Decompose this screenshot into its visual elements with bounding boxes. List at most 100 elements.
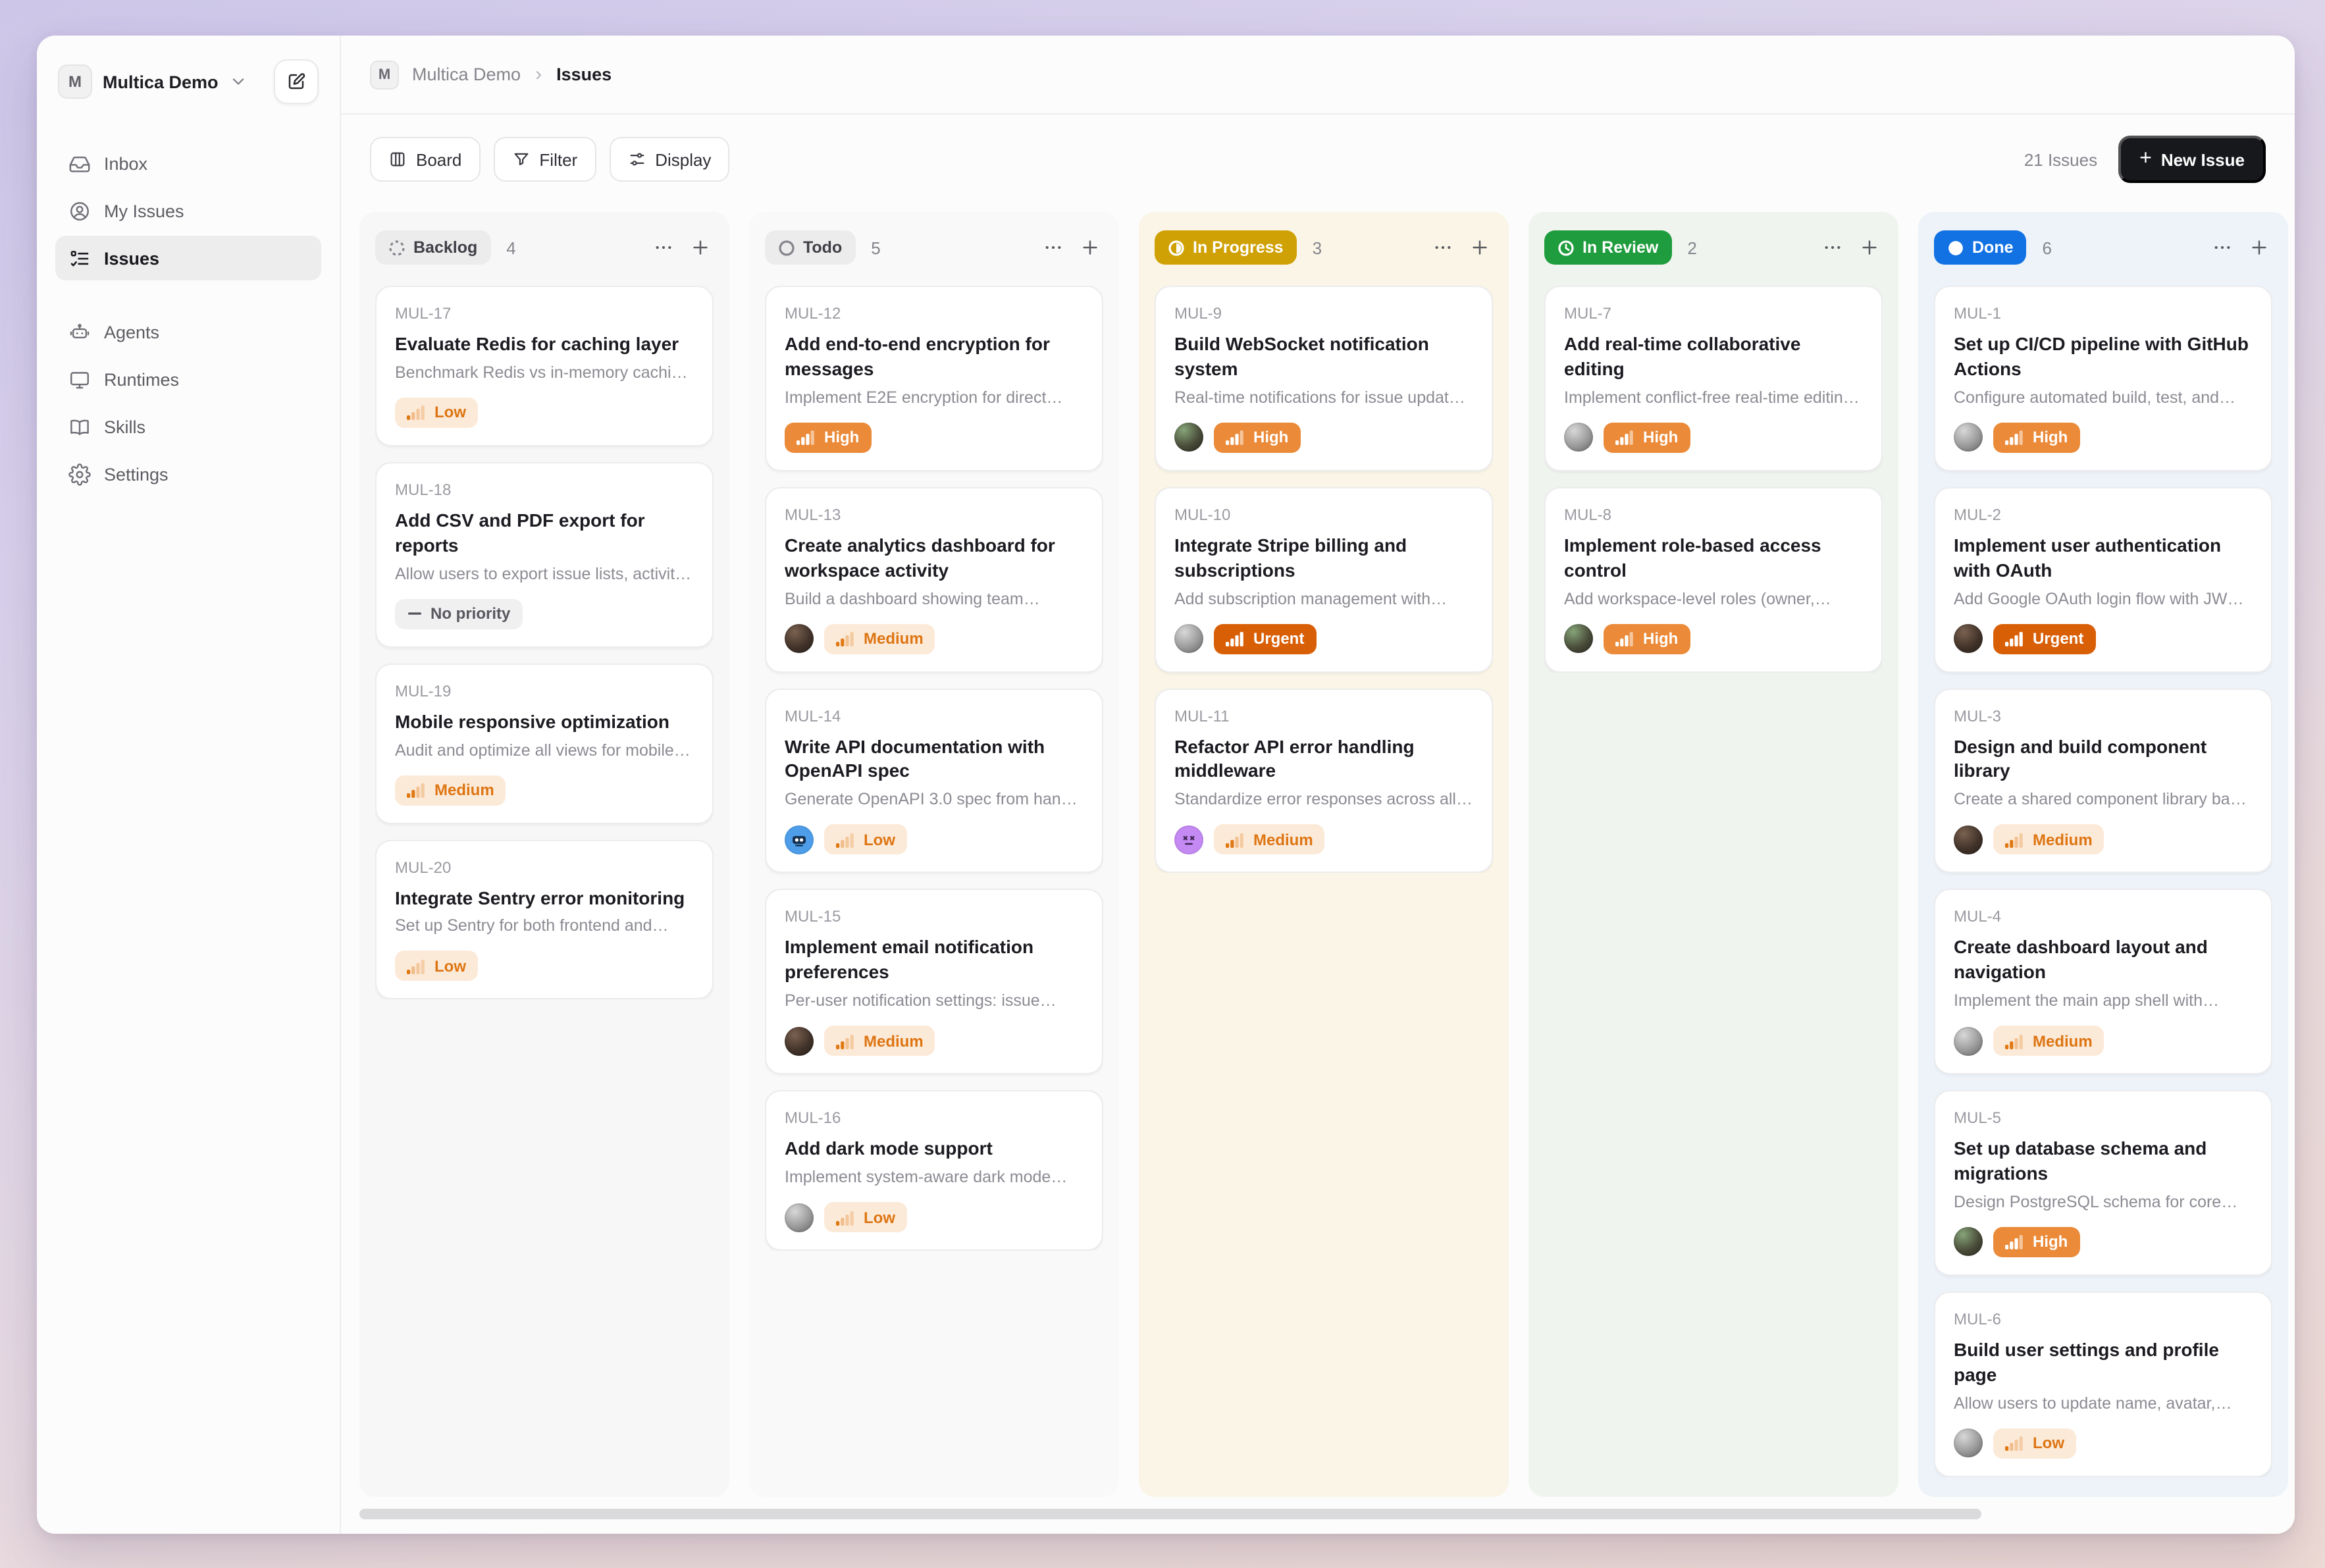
issue-id: MUL-20 (395, 858, 694, 876)
issue-card[interactable]: MUL-8 Implement role-based access contro… (1544, 487, 1883, 673)
issue-title: Add CSV and PDF export for reports (395, 508, 694, 558)
sidebar-item-label: Agents (104, 322, 159, 342)
issue-card[interactable]: MUL-17 Evaluate Redis for caching layer … (375, 286, 714, 446)
issue-id: MUL-15 (785, 908, 1084, 926)
priority-badge: High (785, 423, 871, 453)
issue-footer: Urgent (1954, 623, 2253, 654)
issue-id: MUL-10 (1174, 506, 1473, 524)
breadcrumb-page: Issues (556, 65, 612, 84)
issue-card[interactable]: MUL-20 Integrate Sentry error monitoring… (375, 839, 714, 1000)
column-more-icon[interactable] (1822, 237, 1843, 258)
issue-card[interactable]: MUL-10 Integrate Stripe billing and subs… (1155, 487, 1493, 673)
column-todo: Todo 5 MUL-12 Add end-to-end encryption … (749, 212, 1119, 1497)
issue-card[interactable]: MUL-13 Create analytics dashboard for wo… (765, 487, 1103, 673)
priority-badge: Low (824, 1202, 907, 1232)
new-issue-compose-button[interactable] (274, 59, 319, 104)
column-add-icon[interactable] (1859, 237, 1880, 258)
sidebar-item-skills[interactable]: Skills (55, 404, 321, 449)
assignee-avatar (1954, 1428, 1983, 1457)
issue-footer: No priority (395, 598, 694, 629)
issue-card[interactable]: MUL-15 Implement email notification pref… (765, 889, 1103, 1075)
issue-description: Design PostgreSQL schema for core… (1954, 1193, 2253, 1211)
view-board-button[interactable]: Board (370, 137, 480, 182)
issue-description: Generate OpenAPI 3.0 spec from handl… (785, 791, 1084, 809)
issue-card[interactable]: MUL-3 Design and build component library… (1934, 688, 2272, 874)
priority-badge: Low (395, 951, 478, 981)
column-add-icon[interactable] (1469, 237, 1490, 258)
issue-card[interactable]: MUL-12 Add end-to-end encryption for mes… (765, 286, 1103, 471)
sidebar-item-issues[interactable]: Issues (55, 236, 321, 280)
column-add-icon[interactable] (1080, 237, 1101, 258)
priority-badge: Low (1993, 1428, 2076, 1458)
card-list: MUL-9 Build WebSocket notification syste… (1155, 286, 1493, 874)
issue-card[interactable]: MUL-2 Implement user authentication with… (1934, 487, 2272, 673)
new-issue-button[interactable]: + New Issue (2118, 136, 2266, 183)
issue-title: Mobile responsive optimization (395, 709, 694, 734)
issue-card[interactable]: MUL-1 Set up CI/CD pipeline with GitHub … (1934, 286, 2272, 471)
monitor-icon (68, 368, 91, 390)
issue-footer: Low (395, 398, 694, 428)
column-more-icon[interactable] (2212, 237, 2233, 258)
issue-title: Integrate Sentry error monitoring (395, 885, 694, 910)
desktop-background: M Multica Demo InboxMy IssuesIssuesAgent… (0, 0, 2325, 1568)
issue-title: Build WebSocket notification system (1174, 332, 1473, 382)
issue-card[interactable]: MUL-7 Add real-time collaborative editin… (1544, 286, 1883, 471)
issue-footer: High (1954, 423, 2253, 453)
filter-funnel-icon (511, 150, 530, 169)
priority-label: Urgent (2033, 629, 2083, 648)
priority-badge: High (1214, 423, 1300, 453)
sidebar-item-settings[interactable]: Settings (55, 452, 321, 496)
scrollbar-thumb[interactable] (359, 1509, 1981, 1519)
status-icon (388, 239, 405, 256)
compose-icon (286, 71, 307, 92)
board-toolbar: Board Filter Display 21 Issues (341, 115, 2295, 204)
priority-badge: Medium (824, 1026, 935, 1056)
breadcrumb: M Multica Demo › Issues (341, 36, 2295, 115)
issue-id: MUL-6 (1954, 1310, 2253, 1328)
column-add-icon[interactable] (2249, 237, 2270, 258)
issue-title: Implement role-based access control (1564, 533, 1863, 583)
status-label: Todo (803, 238, 842, 257)
display-button[interactable]: Display (609, 137, 729, 182)
issue-card[interactable]: MUL-11 Refactor API error handling middl… (1155, 688, 1493, 874)
status-label: In Review (1582, 238, 1658, 257)
issue-card[interactable]: MUL-14 Write API documentation with Open… (765, 688, 1103, 874)
priority-badge: High (1993, 423, 2079, 453)
issue-description: Real-time notifications for issue update… (1174, 388, 1473, 407)
column-more-icon[interactable] (653, 237, 674, 258)
sidebar-item-inbox[interactable]: Inbox (55, 141, 321, 186)
assignee-avatar (1954, 1228, 1983, 1257)
issue-card[interactable]: MUL-19 Mobile responsive optimization Au… (375, 663, 714, 823)
issue-card[interactable]: MUL-5 Set up database schema and migrati… (1934, 1090, 2272, 1276)
issue-footer: High (1954, 1227, 2253, 1257)
sidebar-item-my-issues[interactable]: My Issues (55, 188, 321, 233)
workspace-switcher[interactable]: M Multica Demo (55, 59, 321, 104)
filter-button[interactable]: Filter (493, 137, 596, 182)
priority-badge: Medium (1993, 825, 2104, 855)
issue-card[interactable]: MUL-9 Build WebSocket notification syste… (1155, 286, 1493, 471)
issue-card[interactable]: MUL-4 Create dashboard layout and naviga… (1934, 889, 2272, 1075)
column-more-icon[interactable] (1043, 237, 1064, 258)
sidebar-item-runtimes[interactable]: Runtimes (55, 357, 321, 402)
assignee-avatar (1954, 423, 1983, 452)
column-more-icon[interactable] (1432, 237, 1453, 258)
assignee-avatar (1174, 825, 1203, 854)
issue-card[interactable]: MUL-16 Add dark mode support Implement s… (765, 1090, 1103, 1251)
workspace-name: Multica Demo (103, 72, 219, 91)
issue-title: Set up database schema and migrations (1954, 1136, 2253, 1186)
priority-badge: High (1604, 423, 1690, 453)
breadcrumb-workspace[interactable]: Multica Demo (412, 65, 521, 84)
column-add-icon[interactable] (690, 237, 711, 258)
priority-label: Low (434, 404, 466, 422)
priority-signal-icon (407, 405, 427, 421)
sidebar-item-agents[interactable]: Agents (55, 309, 321, 354)
assignee-avatar (1564, 423, 1593, 452)
issue-title: Design and build component library (1954, 734, 2253, 784)
priority-signal-icon (1615, 631, 1635, 646)
issue-footer: Low (785, 1202, 1084, 1232)
issue-card[interactable]: MUL-6 Build user settings and profile pa… (1934, 1292, 2272, 1477)
sidebar-nav: InboxMy IssuesIssues Agents RuntimesSkills… (55, 141, 321, 496)
issue-card[interactable]: MUL-18 Add CSV and PDF export for report… (375, 462, 714, 648)
view-board-label: Board (416, 149, 461, 169)
plus-icon: + (2139, 149, 2152, 170)
